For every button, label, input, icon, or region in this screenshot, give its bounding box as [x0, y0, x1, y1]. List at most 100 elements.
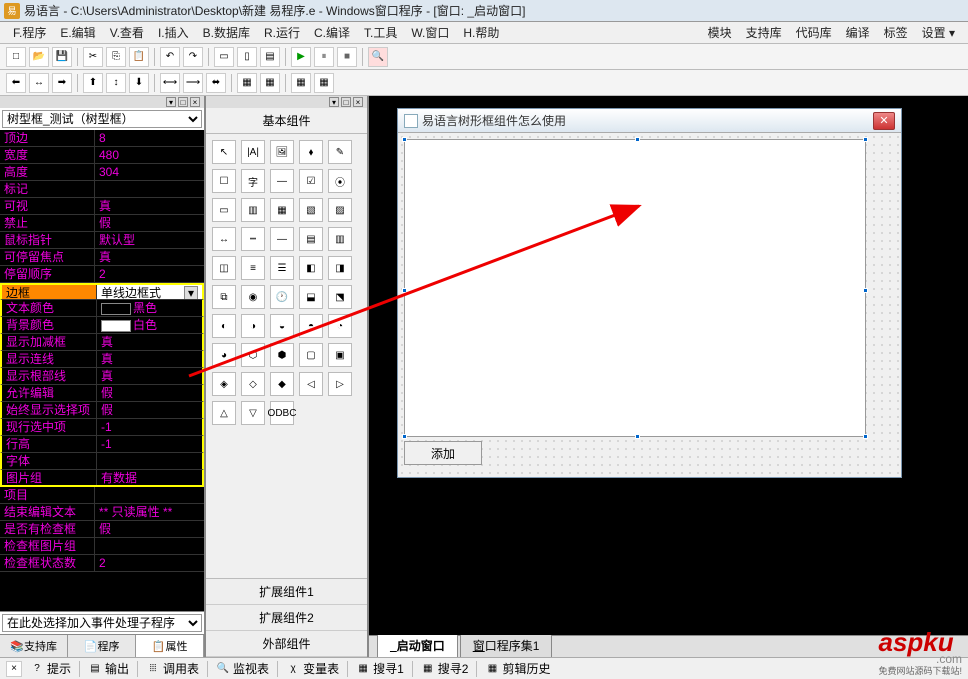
- menu-item[interactable]: B.数据库: [196, 24, 257, 42]
- palette-item[interactable]: ◫: [212, 256, 236, 280]
- bottom-tab[interactable]: ▦搜寻2: [415, 658, 475, 679]
- palette-item[interactable]: ⬓: [299, 285, 323, 309]
- property-row[interactable]: 始终显示选择项假: [0, 402, 204, 419]
- menu-item[interactable]: E.编辑: [53, 24, 102, 42]
- palette-item[interactable]: ↔: [212, 227, 236, 251]
- palette-item[interactable]: ◨: [328, 256, 352, 280]
- property-row[interactable]: 可停留焦点真: [0, 249, 204, 266]
- property-value[interactable]: 2: [95, 555, 204, 571]
- form-close-button[interactable]: ✕: [873, 112, 895, 130]
- event-selector[interactable]: 在此处选择加入事件处理子程序: [2, 614, 202, 632]
- property-row[interactable]: 停留顺序2: [0, 266, 204, 283]
- menu-item[interactable]: 标签: [877, 24, 915, 42]
- palette-item[interactable]: ◉: [241, 285, 265, 309]
- palette-item[interactable]: ⦿: [328, 169, 352, 193]
- design-form-window[interactable]: 易语言树形框组件怎么使用 ✕ 添加: [397, 108, 902, 478]
- property-value[interactable]: 默认型: [95, 232, 204, 248]
- left-tab[interactable]: 📄程序: [68, 635, 136, 657]
- palette-item[interactable]: 🖼: [270, 140, 294, 164]
- property-row[interactable]: 检查框状态数2: [0, 555, 204, 572]
- palette-item[interactable]: ▨: [328, 198, 352, 222]
- left-tab[interactable]: 📚支持库: [0, 635, 68, 657]
- palette-item[interactable]: ⬢: [270, 343, 294, 367]
- property-value[interactable]: [95, 487, 204, 503]
- designer-canvas[interactable]: 易语言树形框组件怎么使用 ✕ 添加: [369, 96, 968, 635]
- palette-item[interactable]: ▧: [299, 198, 323, 222]
- property-value[interactable]: 2: [95, 266, 204, 282]
- palette-item[interactable]: 🕐: [270, 285, 294, 309]
- menu-item[interactable]: I.插入: [151, 24, 196, 42]
- grid2-button[interactable]: ▦: [260, 73, 280, 93]
- add-button[interactable]: 添加: [404, 441, 482, 465]
- palette-item[interactable]: ◓: [299, 314, 323, 338]
- palette-category-tab[interactable]: 扩展组件1: [206, 579, 367, 605]
- property-grid[interactable]: 顶边8宽度480高度304标记可视真禁止假鼠标指针默认型可停留焦点真停留顺序2边…: [0, 130, 204, 611]
- tree-control[interactable]: [404, 139, 866, 437]
- property-value[interactable]: 真: [97, 334, 202, 350]
- find-button[interactable]: 🔍: [368, 47, 388, 67]
- property-value[interactable]: 假: [95, 521, 204, 537]
- palette-item[interactable]: ▢: [299, 343, 323, 367]
- property-value[interactable]: 真: [97, 368, 202, 384]
- property-value[interactable]: 假: [95, 215, 204, 231]
- panel-pin-icon[interactable]: ▾: [166, 97, 176, 107]
- menu-item[interactable]: H.帮助: [456, 24, 506, 42]
- palette-max-icon[interactable]: □: [341, 97, 351, 107]
- palette-item[interactable]: ▭: [212, 198, 236, 222]
- property-row[interactable]: 结束编辑文本** 只读属性 **: [0, 504, 204, 521]
- same-height-button[interactable]: ⟶: [183, 73, 203, 93]
- palette-item[interactable]: ◐: [212, 314, 236, 338]
- property-value[interactable]: 8: [95, 130, 204, 146]
- palette-item[interactable]: ▥: [328, 227, 352, 251]
- bottom-tab[interactable]: ▦搜寻1: [350, 658, 410, 679]
- bottom-tab[interactable]: 🔍监视表: [210, 658, 275, 679]
- menu-item[interactable]: 编译: [839, 24, 877, 42]
- palette-item[interactable]: ✎: [328, 140, 352, 164]
- paste-button[interactable]: 📋: [129, 47, 149, 67]
- palette-item[interactable]: 字: [241, 169, 265, 193]
- menu-item[interactable]: T.工具: [357, 24, 404, 42]
- bottom-tab[interactable]: ▤输出: [82, 658, 135, 679]
- palette-item[interactable]: ◈: [212, 372, 236, 396]
- property-value[interactable]: [95, 538, 204, 554]
- property-value[interactable]: 单线边框式▾: [97, 285, 202, 299]
- align-bottom-button[interactable]: ⬇: [129, 73, 149, 93]
- menu-item[interactable]: V.查看: [103, 24, 151, 42]
- palette-item[interactable]: ⬔: [328, 285, 352, 309]
- palette-pin-icon[interactable]: ▾: [329, 97, 339, 107]
- palette-item[interactable]: ┅: [241, 227, 265, 251]
- panel-close-icon[interactable]: ×: [190, 97, 200, 107]
- layout1-button[interactable]: ▭: [214, 47, 234, 67]
- bottom-tab[interactable]: ⦙⦙⦙调用表: [140, 658, 205, 679]
- same-width-button[interactable]: ⟷: [160, 73, 180, 93]
- menu-item[interactable]: W.窗口: [404, 24, 456, 42]
- palette-item[interactable]: ◧: [299, 256, 323, 280]
- bottom-close-button[interactable]: ×: [6, 661, 22, 677]
- palette-item[interactable]: ↖: [212, 140, 236, 164]
- property-row[interactable]: 允许编辑假: [0, 385, 204, 402]
- designer-tab[interactable]: _启动窗口: [377, 633, 458, 657]
- property-value[interactable]: 黑色: [97, 300, 202, 316]
- palette-item[interactable]: ◆: [270, 372, 294, 396]
- property-row[interactable]: 禁止假: [0, 215, 204, 232]
- save-button[interactable]: 💾: [52, 47, 72, 67]
- menu-item[interactable]: 设置 ▾: [915, 24, 962, 42]
- grid1-button[interactable]: ▦: [237, 73, 257, 93]
- menu-item[interactable]: 支持库: [739, 24, 789, 42]
- palette-item[interactable]: —: [270, 169, 294, 193]
- property-value[interactable]: 真: [95, 249, 204, 265]
- palette-item[interactable]: ▥: [241, 198, 265, 222]
- property-value[interactable]: [97, 453, 202, 469]
- palette-item[interactable]: ⬧: [299, 140, 323, 164]
- cut-button[interactable]: ✂: [83, 47, 103, 67]
- palette-category-tab[interactable]: 外部组件: [206, 631, 367, 657]
- property-row[interactable]: 标记: [0, 181, 204, 198]
- palette-item[interactable]: ⬡: [241, 343, 265, 367]
- palette-item[interactable]: ☐: [212, 169, 236, 193]
- property-row[interactable]: 文本颜色黑色: [0, 300, 204, 317]
- stop-button[interactable]: ■: [337, 47, 357, 67]
- property-value[interactable]: -1: [97, 419, 202, 435]
- property-value[interactable]: 白色: [97, 317, 202, 333]
- panel-max-icon[interactable]: □: [178, 97, 188, 107]
- property-row[interactable]: 背景颜色白色: [0, 317, 204, 334]
